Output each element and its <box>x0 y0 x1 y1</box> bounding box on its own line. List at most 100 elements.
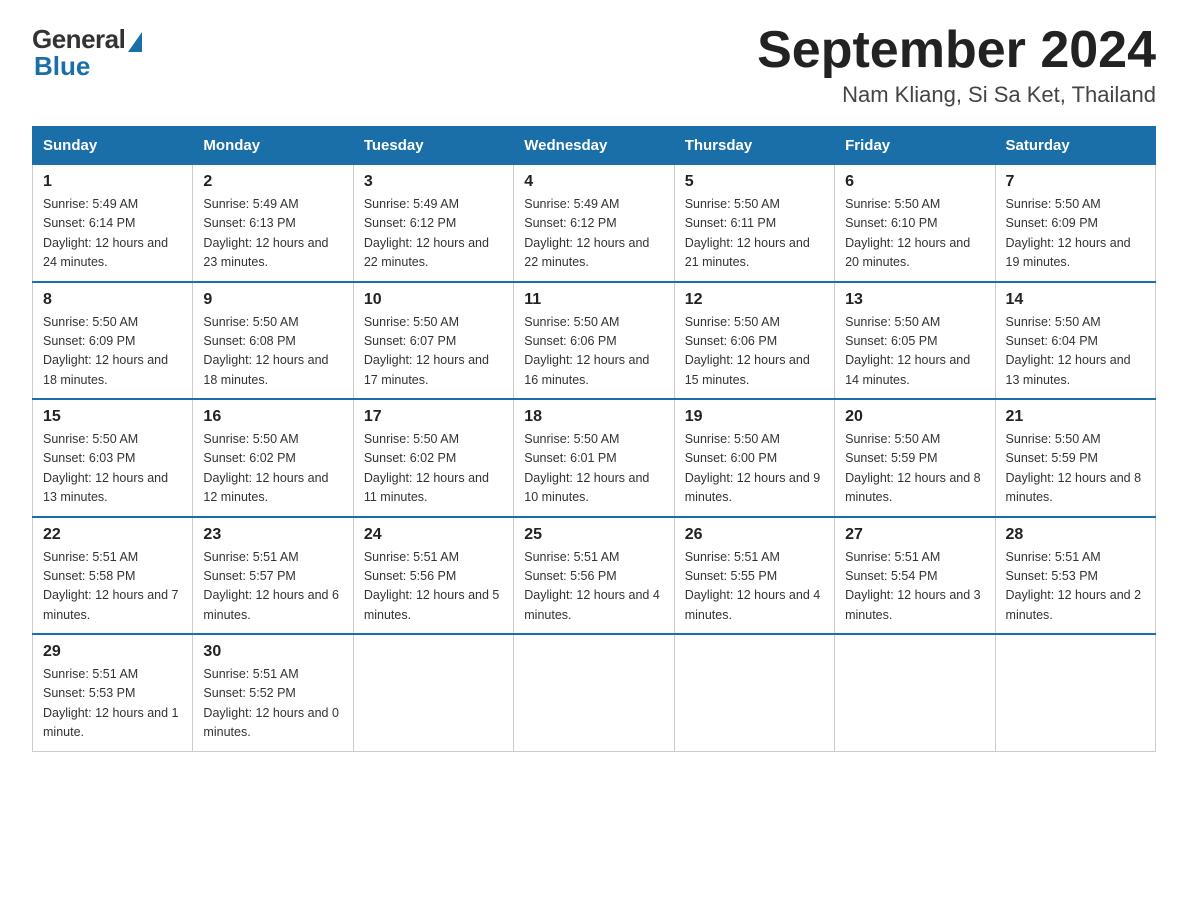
day-number: 13 <box>845 291 984 309</box>
day-number: 11 <box>524 291 663 309</box>
calendar-cell: 9 Sunrise: 5:50 AMSunset: 6:08 PMDayligh… <box>193 282 353 400</box>
weekday-header-saturday: Saturday <box>995 127 1155 165</box>
page-header: General Blue September 2024 Nam Kliang, … <box>32 24 1156 108</box>
calendar-cell: 22 Sunrise: 5:51 AMSunset: 5:58 PMDaylig… <box>33 517 193 635</box>
day-info: Sunrise: 5:50 AMSunset: 6:02 PMDaylight:… <box>364 432 489 504</box>
weekday-header-wednesday: Wednesday <box>514 127 674 165</box>
calendar-cell: 1 Sunrise: 5:49 AMSunset: 6:14 PMDayligh… <box>33 165 193 282</box>
calendar-cell: 27 Sunrise: 5:51 AMSunset: 5:54 PMDaylig… <box>835 517 995 635</box>
weekday-header-monday: Monday <box>193 127 353 165</box>
day-info: Sunrise: 5:50 AMSunset: 6:02 PMDaylight:… <box>203 432 328 504</box>
calendar-cell: 14 Sunrise: 5:50 AMSunset: 6:04 PMDaylig… <box>995 282 1155 400</box>
calendar-cell: 7 Sunrise: 5:50 AMSunset: 6:09 PMDayligh… <box>995 165 1155 282</box>
day-info: Sunrise: 5:50 AMSunset: 6:06 PMDaylight:… <box>524 315 649 387</box>
logo-blue-text: Blue <box>34 51 90 82</box>
calendar-cell <box>835 634 995 751</box>
day-number: 26 <box>685 526 824 544</box>
day-number: 19 <box>685 408 824 426</box>
day-info: Sunrise: 5:50 AMSunset: 6:00 PMDaylight:… <box>685 432 821 504</box>
day-number: 27 <box>845 526 984 544</box>
calendar-cell: 5 Sunrise: 5:50 AMSunset: 6:11 PMDayligh… <box>674 165 834 282</box>
day-info: Sunrise: 5:51 AMSunset: 5:52 PMDaylight:… <box>203 667 339 739</box>
week-row-1: 1 Sunrise: 5:49 AMSunset: 6:14 PMDayligh… <box>33 165 1156 282</box>
day-number: 6 <box>845 173 984 191</box>
calendar-cell <box>514 634 674 751</box>
day-info: Sunrise: 5:50 AMSunset: 6:09 PMDaylight:… <box>1006 197 1131 269</box>
calendar-cell: 23 Sunrise: 5:51 AMSunset: 5:57 PMDaylig… <box>193 517 353 635</box>
weekday-header-thursday: Thursday <box>674 127 834 165</box>
day-number: 20 <box>845 408 984 426</box>
title-block: September 2024 Nam Kliang, Si Sa Ket, Th… <box>757 24 1156 108</box>
day-number: 28 <box>1006 526 1145 544</box>
calendar-cell: 30 Sunrise: 5:51 AMSunset: 5:52 PMDaylig… <box>193 634 353 751</box>
day-number: 2 <box>203 173 342 191</box>
day-info: Sunrise: 5:51 AMSunset: 5:56 PMDaylight:… <box>364 550 500 622</box>
calendar-cell: 12 Sunrise: 5:50 AMSunset: 6:06 PMDaylig… <box>674 282 834 400</box>
day-info: Sunrise: 5:51 AMSunset: 5:57 PMDaylight:… <box>203 550 339 622</box>
day-number: 8 <box>43 291 182 309</box>
day-number: 29 <box>43 643 182 661</box>
day-info: Sunrise: 5:50 AMSunset: 6:11 PMDaylight:… <box>685 197 810 269</box>
day-info: Sunrise: 5:51 AMSunset: 5:53 PMDaylight:… <box>1006 550 1142 622</box>
day-info: Sunrise: 5:50 AMSunset: 6:01 PMDaylight:… <box>524 432 649 504</box>
calendar-cell: 11 Sunrise: 5:50 AMSunset: 6:06 PMDaylig… <box>514 282 674 400</box>
day-info: Sunrise: 5:50 AMSunset: 6:09 PMDaylight:… <box>43 315 168 387</box>
calendar-table: SundayMondayTuesdayWednesdayThursdayFrid… <box>32 126 1156 752</box>
day-info: Sunrise: 5:49 AMSunset: 6:13 PMDaylight:… <box>203 197 328 269</box>
day-number: 15 <box>43 408 182 426</box>
day-number: 5 <box>685 173 824 191</box>
day-number: 12 <box>685 291 824 309</box>
day-number: 25 <box>524 526 663 544</box>
calendar-cell: 20 Sunrise: 5:50 AMSunset: 5:59 PMDaylig… <box>835 399 995 517</box>
day-number: 4 <box>524 173 663 191</box>
day-info: Sunrise: 5:50 AMSunset: 6:03 PMDaylight:… <box>43 432 168 504</box>
calendar-cell: 29 Sunrise: 5:51 AMSunset: 5:53 PMDaylig… <box>33 634 193 751</box>
calendar-cell <box>353 634 513 751</box>
week-row-2: 8 Sunrise: 5:50 AMSunset: 6:09 PMDayligh… <box>33 282 1156 400</box>
calendar-cell: 10 Sunrise: 5:50 AMSunset: 6:07 PMDaylig… <box>353 282 513 400</box>
day-info: Sunrise: 5:49 AMSunset: 6:14 PMDaylight:… <box>43 197 168 269</box>
day-info: Sunrise: 5:50 AMSunset: 6:05 PMDaylight:… <box>845 315 970 387</box>
day-number: 10 <box>364 291 503 309</box>
day-number: 7 <box>1006 173 1145 191</box>
day-number: 14 <box>1006 291 1145 309</box>
calendar-cell: 8 Sunrise: 5:50 AMSunset: 6:09 PMDayligh… <box>33 282 193 400</box>
day-info: Sunrise: 5:50 AMSunset: 6:10 PMDaylight:… <box>845 197 970 269</box>
day-number: 18 <box>524 408 663 426</box>
week-row-5: 29 Sunrise: 5:51 AMSunset: 5:53 PMDaylig… <box>33 634 1156 751</box>
calendar-cell: 18 Sunrise: 5:50 AMSunset: 6:01 PMDaylig… <box>514 399 674 517</box>
day-info: Sunrise: 5:50 AMSunset: 5:59 PMDaylight:… <box>845 432 981 504</box>
day-info: Sunrise: 5:50 AMSunset: 6:08 PMDaylight:… <box>203 315 328 387</box>
calendar-cell: 4 Sunrise: 5:49 AMSunset: 6:12 PMDayligh… <box>514 165 674 282</box>
calendar-cell: 28 Sunrise: 5:51 AMSunset: 5:53 PMDaylig… <box>995 517 1155 635</box>
calendar-cell <box>674 634 834 751</box>
logo: General Blue <box>32 24 142 82</box>
day-info: Sunrise: 5:51 AMSunset: 5:55 PMDaylight:… <box>685 550 821 622</box>
calendar-cell: 2 Sunrise: 5:49 AMSunset: 6:13 PMDayligh… <box>193 165 353 282</box>
calendar-cell: 24 Sunrise: 5:51 AMSunset: 5:56 PMDaylig… <box>353 517 513 635</box>
day-info: Sunrise: 5:49 AMSunset: 6:12 PMDaylight:… <box>524 197 649 269</box>
weekday-header-tuesday: Tuesday <box>353 127 513 165</box>
day-number: 17 <box>364 408 503 426</box>
day-number: 30 <box>203 643 342 661</box>
day-info: Sunrise: 5:51 AMSunset: 5:53 PMDaylight:… <box>43 667 179 739</box>
calendar-cell: 16 Sunrise: 5:50 AMSunset: 6:02 PMDaylig… <box>193 399 353 517</box>
weekday-header-row: SundayMondayTuesdayWednesdayThursdayFrid… <box>33 127 1156 165</box>
day-number: 22 <box>43 526 182 544</box>
day-info: Sunrise: 5:50 AMSunset: 5:59 PMDaylight:… <box>1006 432 1142 504</box>
day-info: Sunrise: 5:51 AMSunset: 5:56 PMDaylight:… <box>524 550 660 622</box>
day-info: Sunrise: 5:51 AMSunset: 5:54 PMDaylight:… <box>845 550 981 622</box>
day-number: 23 <box>203 526 342 544</box>
month-year-title: September 2024 <box>757 24 1156 76</box>
day-info: Sunrise: 5:50 AMSunset: 6:04 PMDaylight:… <box>1006 315 1131 387</box>
week-row-3: 15 Sunrise: 5:50 AMSunset: 6:03 PMDaylig… <box>33 399 1156 517</box>
calendar-cell <box>995 634 1155 751</box>
weekday-header-sunday: Sunday <box>33 127 193 165</box>
weekday-header-friday: Friday <box>835 127 995 165</box>
calendar-cell: 13 Sunrise: 5:50 AMSunset: 6:05 PMDaylig… <box>835 282 995 400</box>
calendar-cell: 26 Sunrise: 5:51 AMSunset: 5:55 PMDaylig… <box>674 517 834 635</box>
calendar-cell: 19 Sunrise: 5:50 AMSunset: 6:00 PMDaylig… <box>674 399 834 517</box>
day-number: 16 <box>203 408 342 426</box>
location-subtitle: Nam Kliang, Si Sa Ket, Thailand <box>757 82 1156 108</box>
day-number: 24 <box>364 526 503 544</box>
